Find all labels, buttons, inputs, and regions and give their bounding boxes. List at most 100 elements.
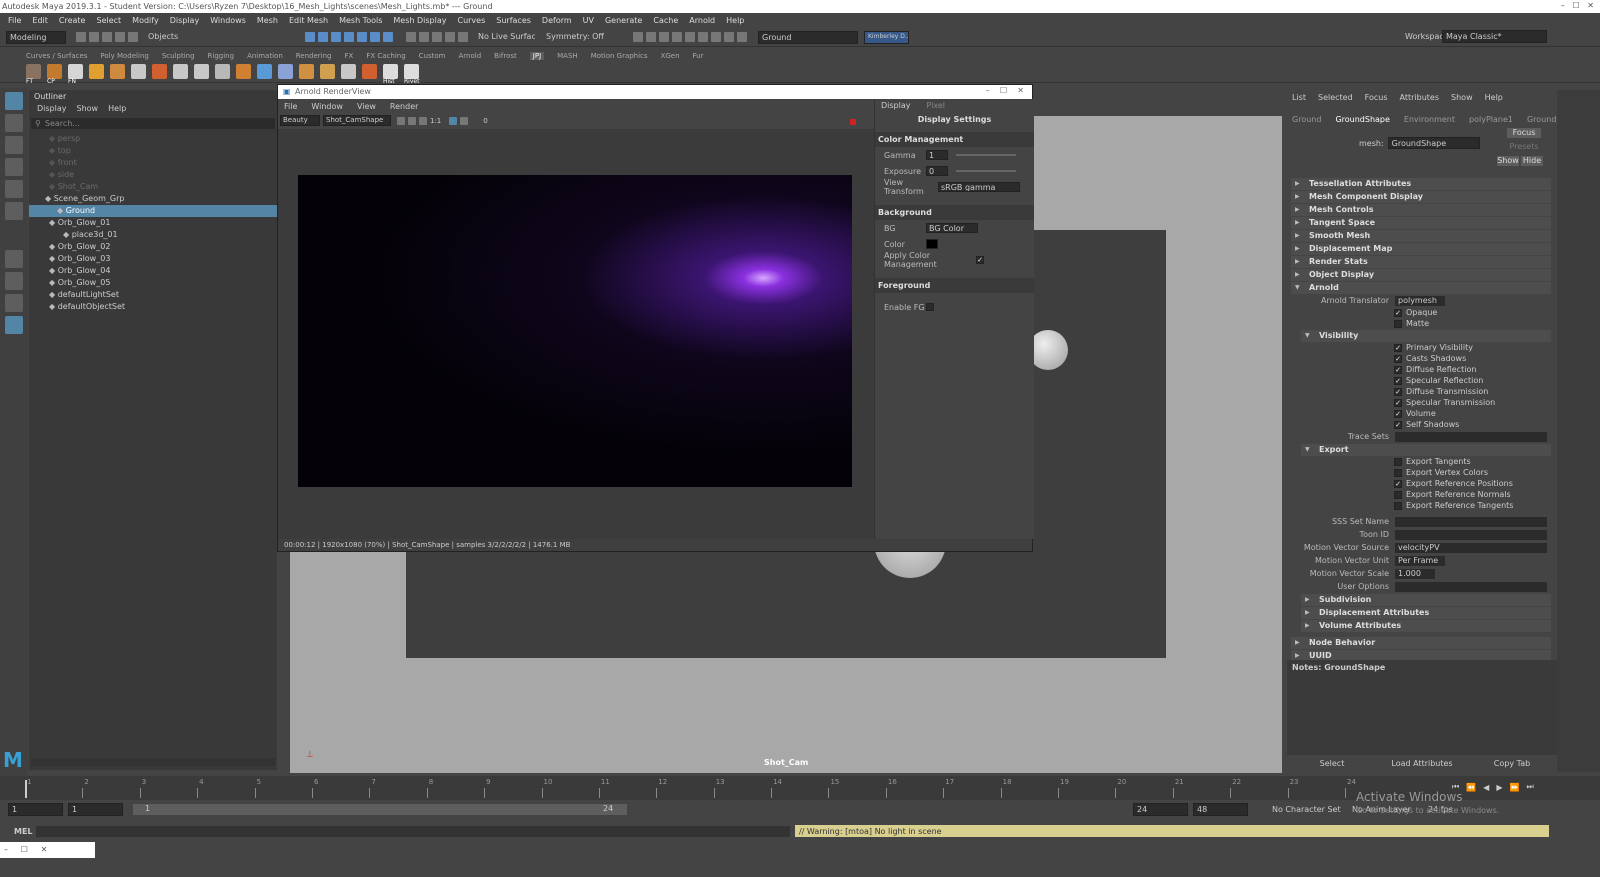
background-header[interactable]: Background [875, 205, 1034, 220]
render-menu-view[interactable]: View [357, 102, 376, 111]
camera-dropdown[interactable]: Shot_CamShape [323, 115, 391, 126]
crop-icon[interactable] [419, 116, 427, 125]
render-image[interactable] [298, 175, 852, 487]
attr-section-header[interactable]: Tessellation Attributes [1291, 178, 1551, 190]
shelf-tool-icon[interactable] [278, 64, 293, 79]
shelf-tool-icon[interactable] [215, 64, 230, 79]
view-transform-dropdown[interactable]: sRGB gamma [938, 182, 1020, 192]
menu-select[interactable]: Select [96, 16, 121, 25]
shelf-tool-icon[interactable] [299, 64, 314, 79]
render-menu-render[interactable]: Render [390, 102, 418, 111]
attr-checkbox[interactable]: ✓ [1394, 420, 1402, 429]
render-menu-window[interactable]: Window [311, 102, 343, 111]
attr-section-header[interactable]: Displacement Attributes [1301, 607, 1551, 619]
outliner-item[interactable]: ◆ Ground [29, 205, 277, 217]
menu-cache[interactable]: Cache [653, 16, 678, 25]
menu-file[interactable]: File [8, 16, 21, 25]
lasso-tool-icon[interactable] [5, 114, 23, 132]
exposure-icon[interactable] [460, 116, 469, 125]
attr-field[interactable] [1395, 431, 1547, 442]
attr-section-header[interactable]: Export [1301, 444, 1551, 456]
channel-icon[interactable] [449, 116, 458, 125]
outliner-scrollbar[interactable] [31, 758, 275, 766]
render-menu-file[interactable]: File [284, 102, 297, 111]
attr-section-header[interactable]: Arnold [1291, 282, 1551, 294]
attr-checkbox[interactable]: ✓ [1394, 354, 1402, 363]
menu-edit[interactable]: Edit [32, 16, 48, 25]
zoom-ratio[interactable]: 1:1 [430, 117, 441, 125]
end-frame[interactable]: 48 [1193, 803, 1248, 816]
playback-end[interactable]: 24 [1133, 803, 1188, 816]
menu-help[interactable]: Help [726, 16, 744, 25]
attr-menu-help[interactable]: Help [1485, 93, 1503, 102]
menu-mesh-display[interactable]: Mesh Display [393, 16, 446, 25]
attr-section-header[interactable]: Tangent Space [1291, 217, 1551, 229]
attr-tab[interactable]: GroundShape [1335, 115, 1389, 124]
attr-field[interactable]: Per Frame [1395, 555, 1445, 566]
attr-copy-tab-button[interactable]: Copy Tab [1467, 757, 1557, 771]
attr-tab[interactable]: polyPlane1 [1469, 115, 1513, 124]
menu-edit-mesh[interactable]: Edit Mesh [289, 16, 328, 25]
attr-checkbox[interactable]: ✓ [1394, 343, 1402, 352]
attr-menu-show[interactable]: Show [1451, 93, 1473, 102]
aov-dropdown[interactable]: Beauty [280, 115, 320, 126]
stop-icon[interactable] [408, 116, 416, 125]
shelf-tool-icon[interactable]: FN [68, 64, 83, 85]
attr-checkbox[interactable] [1394, 490, 1402, 499]
user-account[interactable]: Kimberley D... [864, 30, 909, 44]
shelf-tool-icon[interactable] [152, 64, 167, 79]
shelf-tool-icon[interactable] [173, 64, 188, 79]
four-view-icon[interactable] [5, 272, 23, 290]
menu-arnold[interactable]: Arnold [689, 16, 715, 25]
single-perspective-icon[interactable] [5, 250, 23, 268]
mode-dropdown[interactable]: Modeling [6, 30, 66, 44]
menu-curves[interactable]: Curves [457, 16, 485, 25]
attr-tab[interactable]: Environment [1404, 115, 1455, 124]
shelf-tool-icon[interactable] [131, 64, 146, 79]
minimized-window[interactable]: – ☐ ✕ [0, 842, 95, 858]
shelf-tool-icon[interactable] [110, 64, 125, 79]
gamma-field[interactable]: 1 [926, 150, 948, 160]
shelf-tab-animation[interactable]: Animation [247, 52, 283, 60]
attr-field[interactable] [1395, 581, 1547, 592]
attr-field[interactable]: polymesh [1395, 295, 1445, 306]
attr-field[interactable]: velocityPV [1395, 542, 1547, 553]
attr-checkbox[interactable]: ✓ [1394, 376, 1402, 385]
attr-section-header[interactable]: Object Display [1291, 269, 1551, 281]
focus-button[interactable]: Focus [1507, 128, 1541, 138]
attr-section-header[interactable]: Volume Attributes [1301, 620, 1551, 632]
shelf-tab-sculpting[interactable]: Sculpting [162, 52, 195, 60]
outliner-item[interactable]: ◆ Orb_Glow_01 [29, 217, 277, 229]
attr-menu-selected[interactable]: Selected [1318, 93, 1353, 102]
shelf-tab-rendering[interactable]: Rendering [296, 52, 332, 60]
presets-button[interactable]: Presets [1507, 142, 1541, 151]
outliner-menu-display[interactable]: Display [37, 104, 67, 113]
outliner-menu-show[interactable]: Show [77, 104, 99, 113]
shelf-tab-fx[interactable]: FX [345, 52, 354, 60]
outliner-menu-help[interactable]: Help [108, 104, 126, 113]
paint-select-icon[interactable] [5, 136, 23, 154]
outliner-item[interactable]: ◆ Shot_Cam [29, 181, 277, 193]
current-frame-marker[interactable] [25, 780, 27, 798]
shelf-tool-icon[interactable] [257, 64, 272, 79]
select-tool-icon[interactable] [5, 92, 23, 110]
shelf-tool-icon[interactable] [236, 64, 251, 79]
gamma-slider[interactable] [956, 154, 1016, 156]
enable-fg-checkbox[interactable] [926, 303, 934, 311]
bg-dropdown[interactable]: BG Color [926, 223, 978, 233]
shelf-tool-icon[interactable]: FT [26, 64, 41, 85]
notes-field[interactable]: Notes: GroundShape [1287, 660, 1557, 755]
playback-start[interactable]: 1 [68, 803, 123, 816]
shelf-tab-fur[interactable]: Fur [693, 52, 704, 60]
shelf-tab-arnold[interactable]: Arnold [459, 52, 482, 60]
shelf-tab-rigging[interactable]: Rigging [208, 52, 235, 60]
live-surface[interactable]: No Live Surface [475, 30, 535, 44]
scale-tool-icon[interactable] [5, 202, 23, 220]
exposure-slider[interactable] [956, 170, 1016, 172]
menu-deform[interactable]: Deform [542, 16, 572, 25]
shelf-tool-icon[interactable] [362, 64, 377, 79]
attr-section-header[interactable]: Subdivision [1301, 594, 1551, 606]
shelf-tab-curves-surfaces[interactable]: Curves / Surfaces [26, 52, 87, 60]
persp-outliner-icon[interactable] [5, 316, 23, 334]
apply-cm-checkbox[interactable]: ✓ [976, 256, 984, 264]
